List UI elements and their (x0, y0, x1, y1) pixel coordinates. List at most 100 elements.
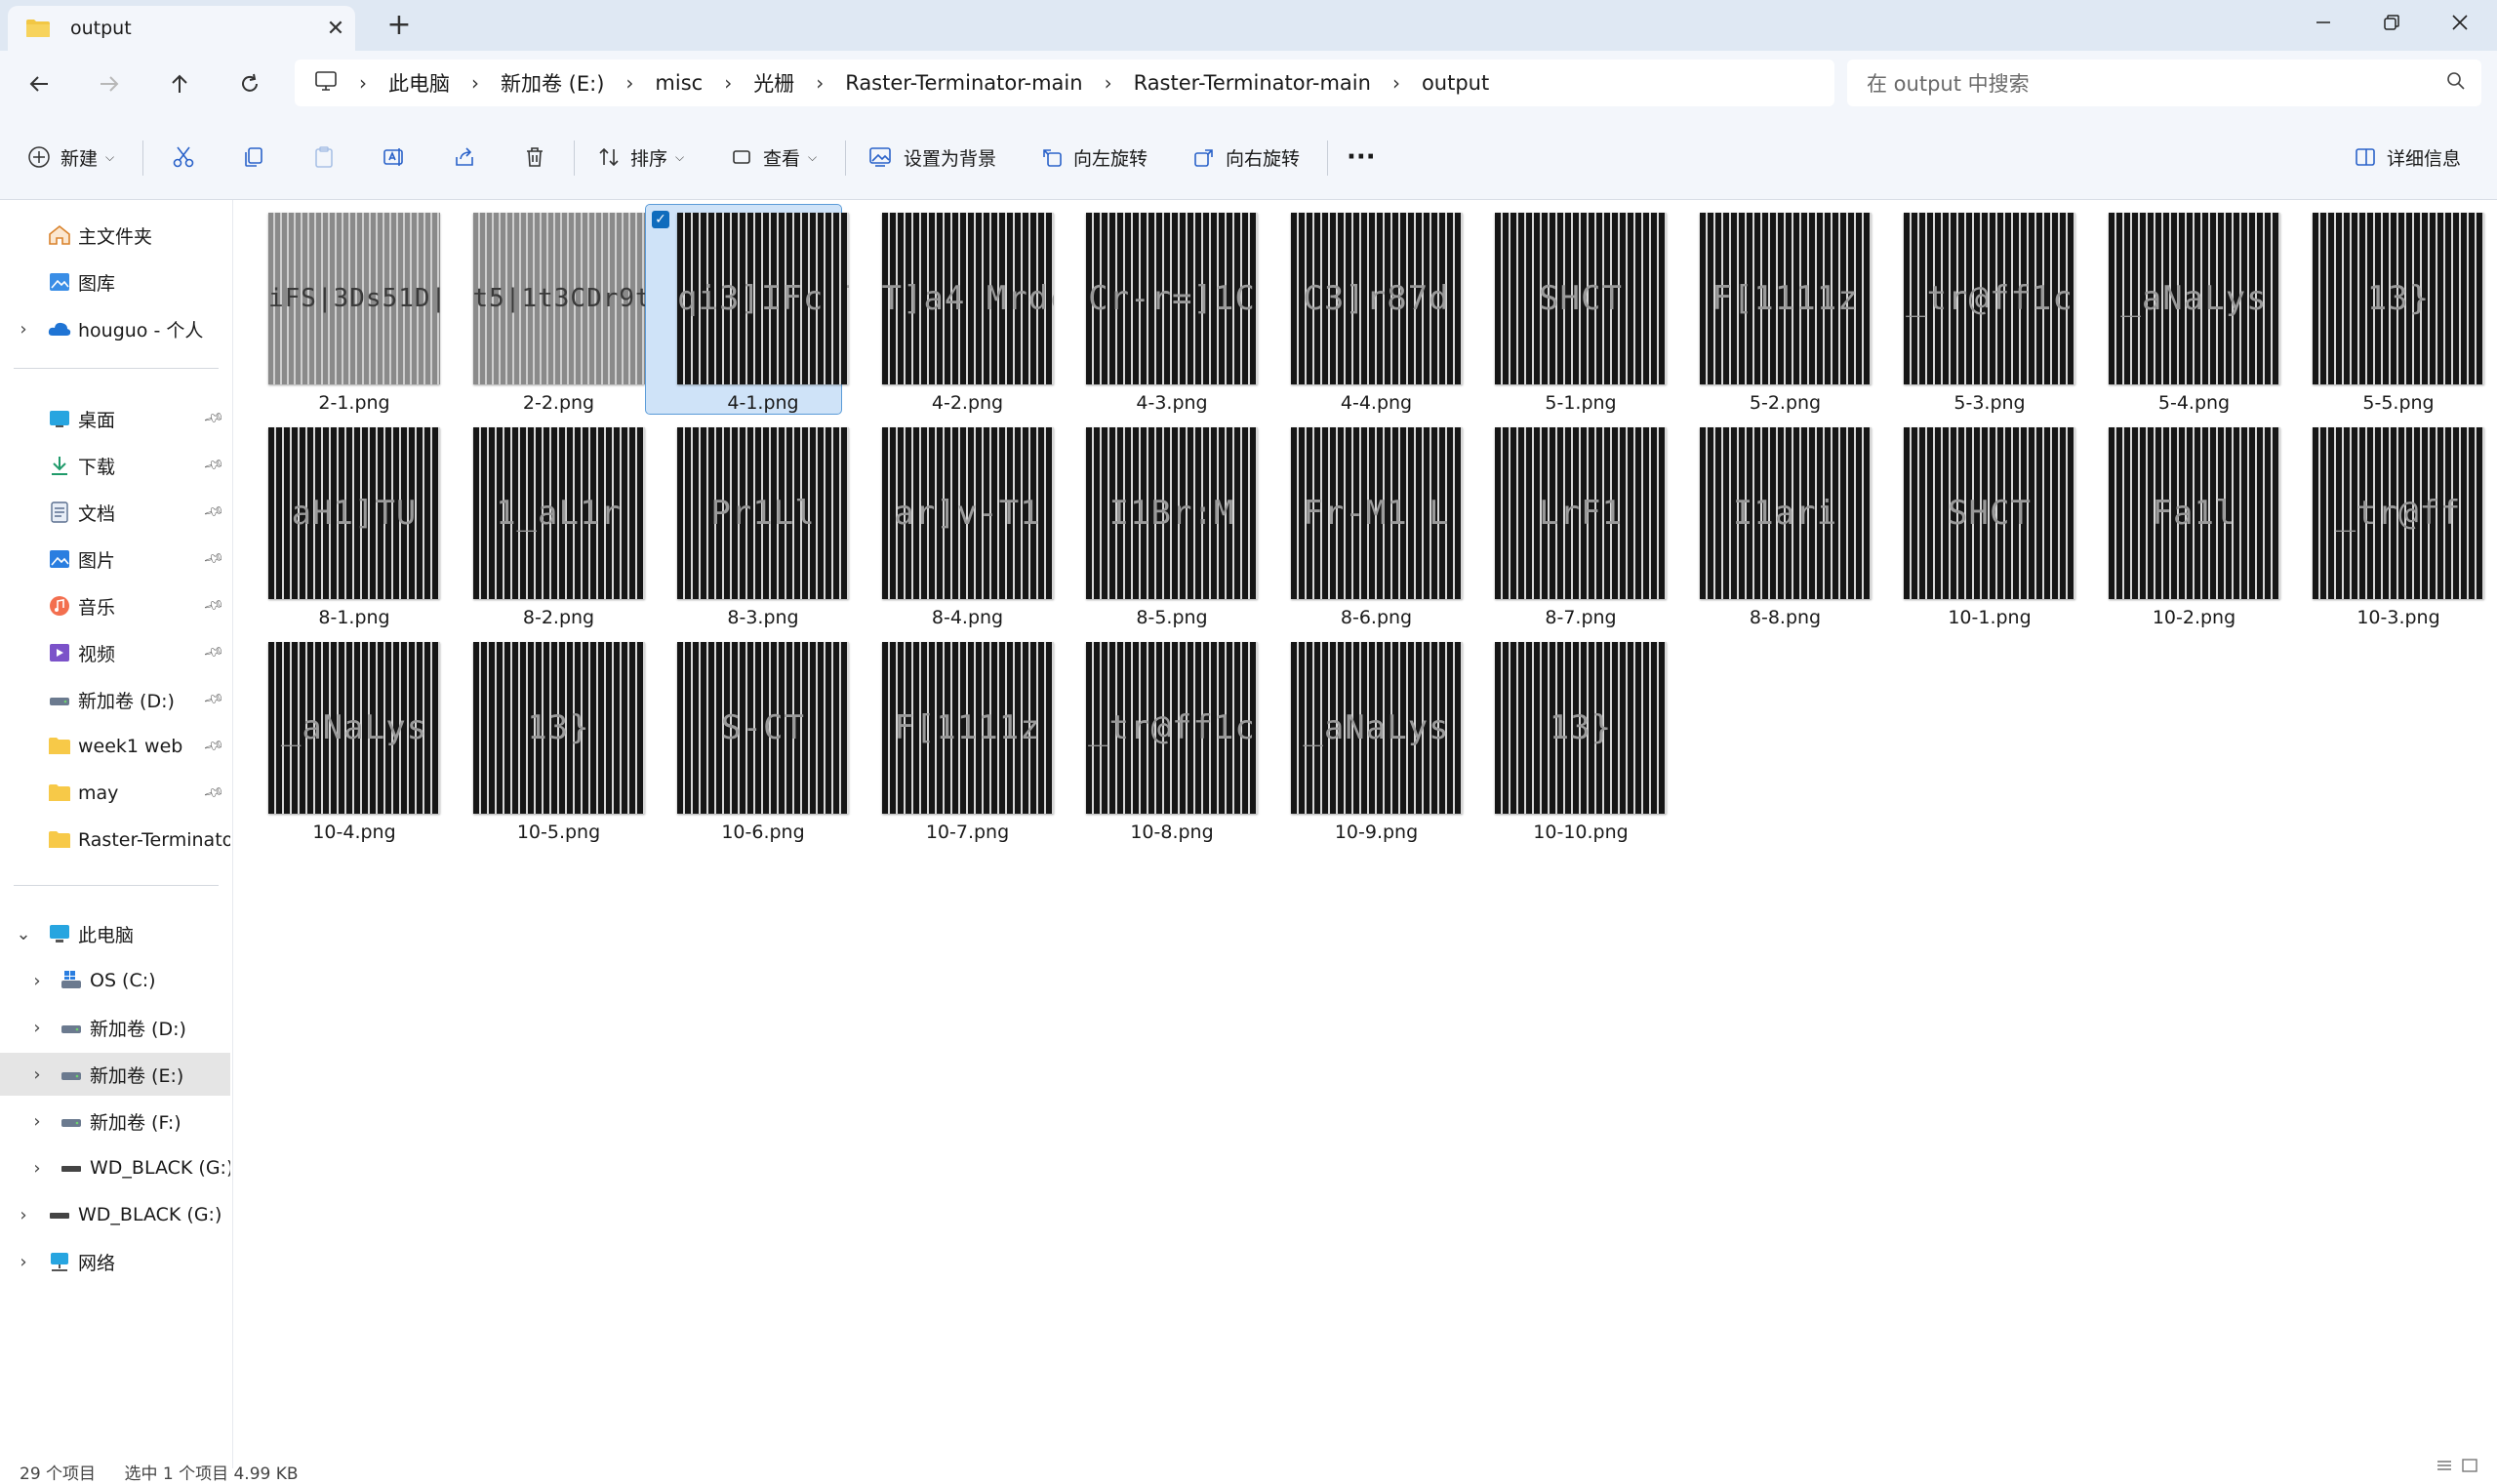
file-item[interactable]: iFS|3Ds51D|s 2-1.png (237, 205, 440, 414)
file-item[interactable]: _aNaLys 10-9.png (1260, 634, 1463, 843)
sidebar-item-music[interactable]: 音乐 📌︎ (0, 584, 230, 627)
checkbox-icon[interactable]: ✓ (652, 211, 669, 228)
chevron-right-icon[interactable]: › (14, 319, 33, 340)
pin-icon[interactable]: 📌︎ (202, 689, 224, 711)
sidebar-item-videos[interactable]: 视频 📌︎ (0, 631, 230, 674)
details-button[interactable]: 详细信息 (2354, 135, 2461, 180)
minimize-icon[interactable] (2289, 0, 2357, 45)
rotate-right-button[interactable]: 向右旋转 (1192, 135, 1300, 180)
sidebar-item-desktop[interactable]: 桌面 📌︎ (0, 397, 230, 440)
paste-icon[interactable] (312, 135, 336, 180)
sidebar-item-gallery[interactable]: 图库 (0, 261, 230, 303)
sidebar-item-pictures[interactable]: 图片 📌︎ (0, 538, 230, 581)
restore-icon[interactable] (2357, 0, 2426, 45)
chevron-right-icon[interactable]: › (724, 71, 732, 95)
file-item[interactable]: SHCT 10-1.png (1873, 420, 2075, 628)
sidebar-item-drive-f[interactable]: › 新加卷 (F:) (0, 1100, 230, 1143)
cut-icon[interactable] (172, 135, 195, 180)
file-item[interactable]: F[1111z 10-7.png (851, 634, 1054, 843)
pin-icon[interactable]: 📌︎ (202, 548, 224, 571)
large-icons-view-icon[interactable] (2462, 1458, 2477, 1476)
details-view-icon[interactable] (2437, 1458, 2452, 1476)
share-icon[interactable] (453, 135, 476, 180)
search-input[interactable]: 在 output 中搜索 (1867, 68, 2446, 98)
copy-icon[interactable] (242, 135, 265, 180)
sidebar-item-week1-web[interactable]: week1 web 📌︎ (0, 725, 230, 768)
set-background-button[interactable]: 设置为背景 (868, 135, 996, 180)
chevron-right-icon[interactable]: › (625, 71, 633, 95)
file-item[interactable]: Fa1l 10-2.png (2077, 420, 2280, 628)
chevron-right-icon[interactable]: › (27, 1018, 47, 1038)
file-item[interactable]: Fr-M1 L 8-6.png (1260, 420, 1463, 628)
sidebar-item-wd-black[interactable]: › WD_BLACK (G:) (0, 1193, 230, 1236)
breadcrumb-raster-terminator-inner[interactable]: Raster-Terminator-main (1134, 71, 1371, 95)
sidebar-item-downloads[interactable]: 下载 📌︎ (0, 444, 230, 487)
close-window-icon[interactable] (2426, 0, 2494, 45)
search-icon[interactable] (2446, 71, 2466, 95)
new-tab-button[interactable]: + (383, 10, 416, 43)
close-tab-icon[interactable]: ✕ (316, 17, 355, 41)
file-item[interactable]: ar]v-T1 8-4.png (851, 420, 1054, 628)
chevron-down-icon[interactable]: ⌄ (14, 924, 33, 944)
file-item[interactable]: F[1111z 5-2.png (1669, 205, 1872, 414)
file-item[interactable]: _aNaLys 10-4.png (237, 634, 440, 843)
file-item[interactable]: _tr@ff1c 5-3.png (1873, 205, 2075, 414)
pin-icon[interactable]: 📌︎ (202, 408, 224, 430)
file-item[interactable]: 13} 10-5.png (442, 634, 645, 843)
rotate-left-button[interactable]: 向左旋转 (1040, 135, 1148, 180)
new-button[interactable]: 新建 ⌵ (27, 135, 114, 180)
file-item[interactable]: aH1]TU 8-1.png (237, 420, 440, 628)
breadcrumb-raster-terminator[interactable]: Raster-Terminator-main (845, 71, 1082, 95)
chevron-right-icon[interactable]: › (14, 1205, 33, 1225)
file-item[interactable]: LrF1 8-7.png (1464, 420, 1667, 628)
file-item[interactable]: C3]r87d 4-4.png (1260, 205, 1463, 414)
file-item[interactable]: 1_aL1r 8-2.png (442, 420, 645, 628)
breadcrumb-misc[interactable]: misc (655, 71, 703, 95)
sidebar-item-documents[interactable]: 文档 📌︎ (0, 491, 230, 534)
chevron-right-icon[interactable]: › (14, 1252, 33, 1272)
sidebar-item-raster-terminator[interactable]: Raster-Terminator-main (0, 819, 230, 862)
file-item[interactable]: S-CT 10-6.png (646, 634, 849, 843)
sidebar-item-drive-c[interactable]: › OS (C:) (0, 959, 230, 1002)
pin-icon[interactable]: 📌︎ (202, 736, 224, 758)
sidebar-item-home[interactable]: 主文件夹 (0, 214, 230, 257)
chevron-right-icon[interactable]: › (27, 1158, 47, 1179)
sidebar-item-network[interactable]: › 网络 (0, 1240, 230, 1283)
sort-button[interactable]: 排序 ⌵ (597, 135, 684, 180)
chevron-right-icon[interactable]: › (27, 1111, 47, 1132)
file-item[interactable]: t5|1t3CDr9t3 2-2.png (442, 205, 645, 414)
chevron-right-icon[interactable]: › (816, 71, 824, 95)
tab-output[interactable]: output ✕ (8, 6, 355, 51)
chevron-right-icon[interactable]: › (359, 71, 367, 95)
breadcrumb-this-pc[interactable]: 此电脑 (388, 68, 450, 98)
chevron-right-icon[interactable]: › (471, 71, 479, 95)
chevron-right-icon[interactable]: › (27, 971, 47, 991)
chevron-right-icon[interactable]: › (1392, 71, 1400, 95)
refresh-icon[interactable] (230, 64, 269, 103)
breadcrumb-output[interactable]: output (1422, 71, 1489, 95)
file-item[interactable]: T]a4 Mrdc 4-2.png (851, 205, 1054, 414)
file-item[interactable]: qi3]IFc 7ds ✓ 4-1.png (645, 204, 849, 415)
sidebar-item-drive-e[interactable]: › 新加卷 (E:) (0, 1053, 230, 1096)
more-options-icon[interactable]: ··· (1347, 135, 1376, 180)
pin-icon[interactable]: 📌︎ (202, 642, 224, 664)
file-item[interactable]: Cr-r=]1C 4-3.png (1055, 205, 1258, 414)
pin-icon[interactable]: 📌︎ (202, 455, 224, 477)
forward-icon[interactable] (90, 64, 129, 103)
sidebar-item-drive-d[interactable]: 新加卷 (D:) 📌︎ (0, 678, 230, 721)
file-item[interactable]: I1Br:M 8-5.png (1055, 420, 1258, 628)
breadcrumb-drive-e[interactable]: 新加卷 (E:) (501, 68, 604, 98)
file-item[interactable]: _tr@ff1c 10-8.png (1055, 634, 1258, 843)
view-button[interactable]: 查看 ⌵ (730, 135, 817, 180)
up-icon[interactable] (160, 64, 199, 103)
pin-icon[interactable]: 📌︎ (202, 501, 224, 524)
file-item[interactable]: _aNaLys 5-4.png (2077, 205, 2280, 414)
address-bar[interactable]: › 此电脑 › 新加卷 (E:) › misc › 光栅 › Raster-Te… (295, 60, 1834, 106)
sidebar-item-drive-g-pc[interactable]: › WD_BLACK (G:) (0, 1146, 230, 1189)
delete-icon[interactable] (523, 135, 546, 180)
breadcrumb-raster[interactable]: 光栅 (753, 68, 794, 98)
file-item[interactable]: SHCT 5-1.png (1464, 205, 1667, 414)
file-item[interactable]: Pr1Ll 8-3.png (646, 420, 849, 628)
sidebar-item-onedrive[interactable]: › houguo - 个人 (0, 307, 230, 350)
chevron-right-icon[interactable]: › (1105, 71, 1112, 95)
